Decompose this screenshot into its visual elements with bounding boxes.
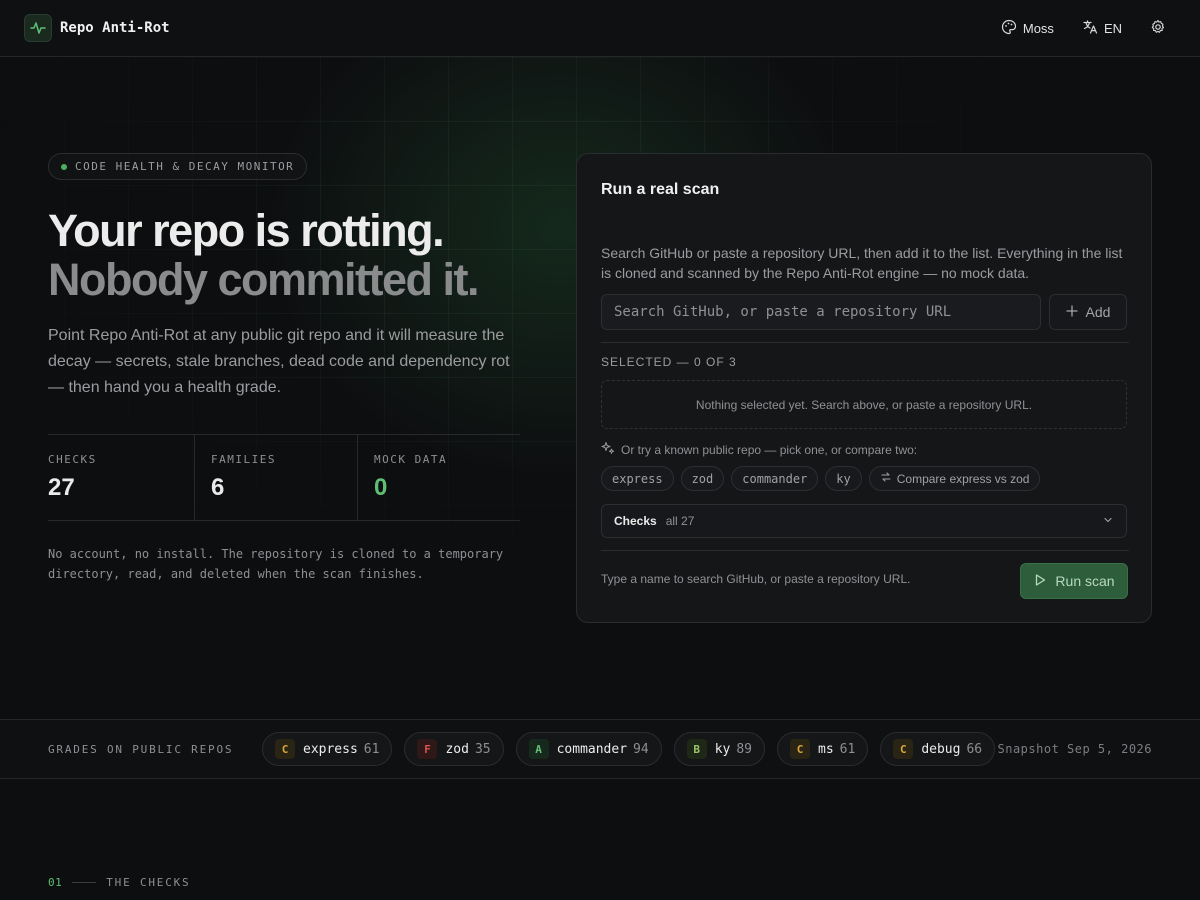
chevron-down-icon (1102, 514, 1114, 529)
scan-title: Run a real scan (601, 181, 720, 198)
palette-icon (1001, 19, 1017, 38)
stat-value: 27 (48, 474, 75, 501)
section-heading: 01 THE CHECKS (48, 876, 190, 889)
grade-badge: A (528, 739, 549, 759)
eyebrow-text: CODE HEALTH & DECAY MONITOR (75, 160, 295, 173)
stat-families: FAMILIES 6 (194, 435, 357, 520)
divider (601, 342, 1129, 343)
suggestion-chip-express[interactable]: express (601, 466, 674, 491)
grade-repo-name: commander (556, 741, 628, 757)
grade-repo-name: zod (445, 741, 469, 757)
gear-icon (1150, 19, 1166, 38)
hero-lead: Point Repo Anti-Rot at any public git re… (48, 327, 510, 396)
language-label: EN (1103, 20, 1122, 36)
translate-icon (1082, 19, 1098, 38)
suggestion-hint-text: Or try a known public repo — pick one, o… (621, 442, 918, 457)
compare-chip[interactable]: Compare express vs zod (868, 466, 1041, 491)
run-scan-label: Run scan (1055, 573, 1115, 589)
grade-chip-express[interactable]: Cexpress 61 (262, 732, 393, 766)
grade-repo-name: debug (921, 741, 961, 757)
grade-badge: C (275, 739, 295, 759)
pulse-logo-icon[interactable] (24, 14, 52, 42)
grade-repo-name: ky (714, 741, 731, 757)
headline-primary: Your repo is rotting. (48, 205, 445, 256)
play-icon (1033, 573, 1047, 590)
grade-repo-name: express (303, 741, 358, 757)
stat-label: FAMILIES (211, 453, 276, 466)
empty-state-text: Nothing selected yet. Search above, or p… (695, 397, 1033, 412)
suggestion-hint: Or try a known public repo — pick one, o… (601, 441, 917, 458)
stat-label: CHECKS (48, 453, 97, 466)
section-rule (72, 882, 97, 883)
footer-hint: Type a name to search GitHub, or paste a… (601, 572, 911, 586)
grade-chip-commander[interactable]: Acommander 94 (515, 732, 662, 766)
selected-count-label: SELECTED — 0 OF 3 (601, 355, 737, 369)
checks-dropdown-value: all 27 (665, 514, 695, 528)
grade-score: 61 (363, 741, 380, 757)
stats-row: CHECKS 27 FAMILIES 6 MOCK DATA 0 (48, 434, 520, 521)
status-dot-icon (61, 163, 67, 170)
stat-checks: CHECKS 27 (48, 435, 194, 520)
grades-label: GRADES ON PUBLIC REPOS (48, 742, 234, 756)
suggestion-chip-zod[interactable]: zod (680, 466, 725, 491)
run-scan-button[interactable]: Run scan (1020, 563, 1128, 599)
add-button-label: Add (1085, 304, 1111, 320)
section-title: THE CHECKS (106, 876, 191, 889)
grade-score: 66 (966, 741, 983, 757)
suggestion-chip-ky[interactable]: ky (825, 466, 862, 491)
stat-value: 0 (374, 474, 388, 501)
grade-chip-debug[interactable]: Cdebug 66 (880, 732, 996, 766)
grade-score: 94 (633, 741, 649, 757)
eyebrow-badge: CODE HEALTH & DECAY MONITOR (48, 153, 308, 180)
settings-button[interactable] (1140, 13, 1176, 44)
stat-mock-data: MOCK DATA 0 (357, 435, 520, 520)
grade-chip-ky[interactable]: Bky 89 (673, 732, 766, 766)
plus-icon (1065, 304, 1078, 320)
top-bar: Repo Anti-Rot Moss EN (0, 0, 1200, 57)
snapshot-date: Snapshot Sep 5, 2026 (997, 742, 1152, 756)
grade-repo-name: ms (818, 741, 834, 757)
sparkles-icon (601, 441, 615, 458)
add-button[interactable]: Add (1049, 294, 1127, 330)
divider (601, 550, 1129, 551)
app-title[interactable]: Repo Anti-Rot (60, 20, 170, 36)
checks-dropdown[interactable]: Checks all 27 (601, 504, 1127, 538)
selected-empty-state: Nothing selected yet. Search above, or p… (601, 380, 1127, 429)
checks-dropdown-label: Checks (614, 514, 657, 528)
suggestion-chip-commander[interactable]: commander (731, 466, 819, 491)
scan-description: Search GitHub or paste a repository URL,… (601, 245, 1123, 281)
hero-section: CODE HEALTH & DECAY MONITOR Your repo is… (0, 57, 1200, 719)
grade-badge: C (790, 739, 811, 759)
theme-label: Moss (1022, 20, 1054, 36)
grades-strip: GRADES ON PUBLIC REPOS Cexpress 61 Fzod 35 A… (0, 719, 1200, 779)
grade-chip-ms[interactable]: Cms 61 (777, 732, 869, 766)
stat-label: MOCK DATA (374, 453, 448, 466)
theme-button[interactable]: Moss (991, 13, 1064, 44)
language-button[interactable]: EN (1072, 13, 1132, 44)
grade-chips: Cexpress 61 Fzod 35 Acommander 94 Bky 89 Cms 61 Cd… (262, 732, 996, 766)
section-number: 01 (48, 876, 63, 889)
swap-icon (880, 471, 892, 486)
headline-secondary: Nobody committed it. (48, 254, 480, 305)
scan-card: Run a real scan Search GitHub or paste a… (576, 153, 1152, 623)
fineprint: No account, no install. The repository i… (48, 547, 504, 581)
grade-badge: F (417, 739, 438, 759)
grade-score: 35 (474, 741, 491, 757)
grade-score: 89 (736, 741, 753, 757)
grade-badge: B (686, 739, 707, 759)
suggestion-chips: express zod commander ky Compare express… (601, 466, 1041, 491)
grade-badge: C (893, 739, 914, 759)
compare-chip-label: Compare express vs zod (896, 471, 1030, 486)
repo-search-input[interactable] (601, 294, 1041, 330)
grade-score: 61 (839, 741, 856, 757)
grade-chip-zod[interactable]: Fzod 35 (404, 732, 504, 766)
stat-value: 6 (211, 474, 225, 501)
